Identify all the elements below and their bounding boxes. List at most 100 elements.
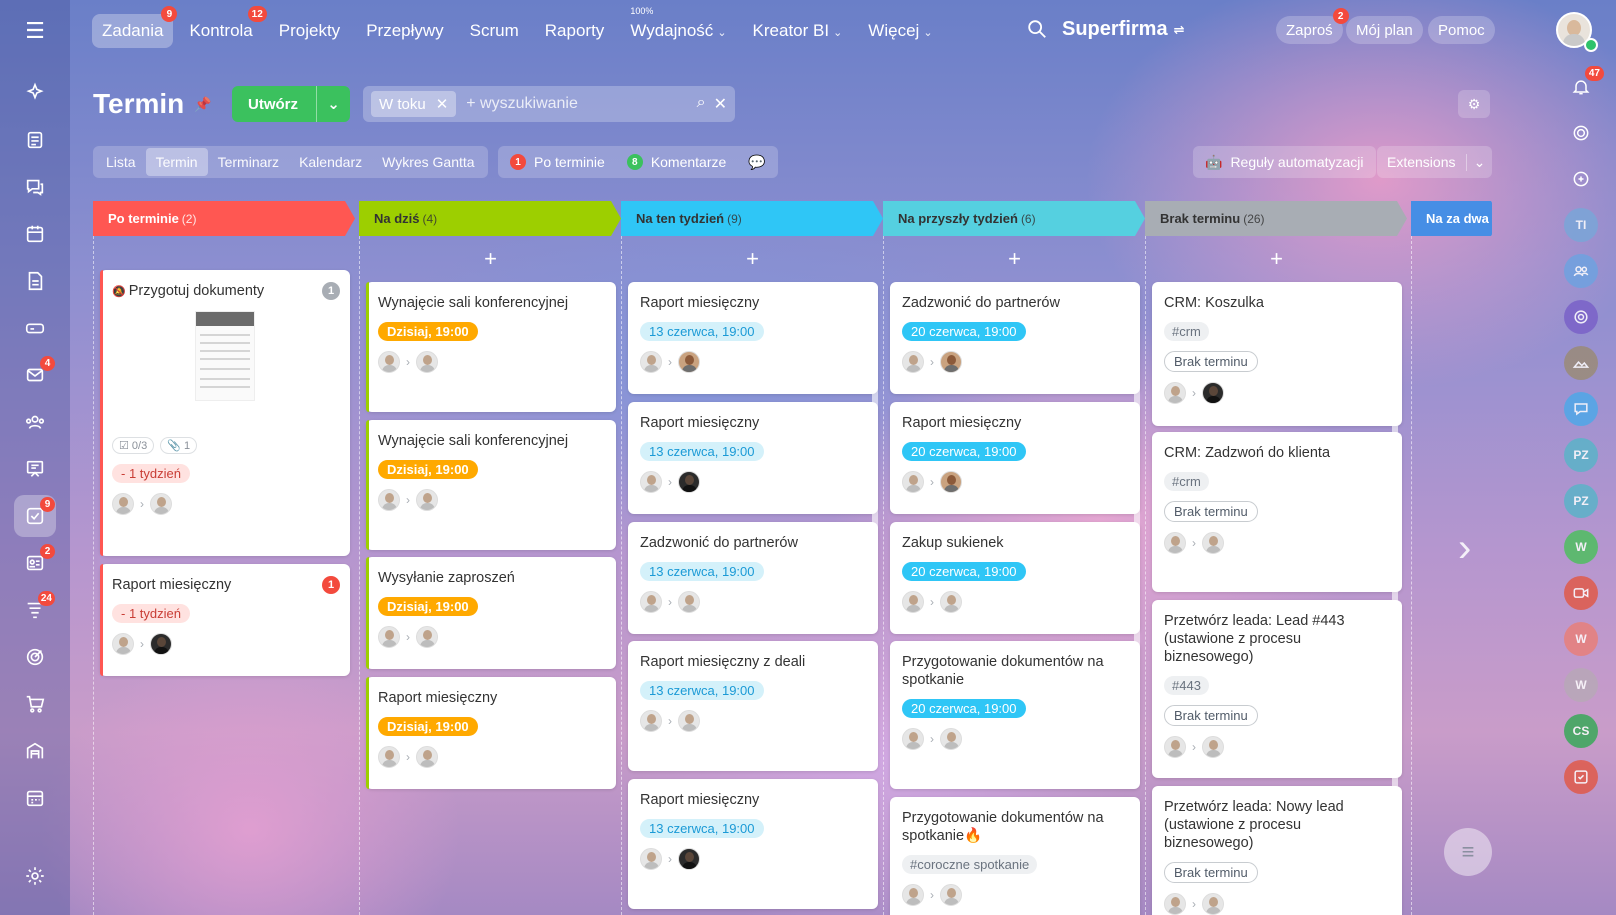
chat-avatar-w[interactable]: W <box>1564 668 1598 702</box>
nav-item-6[interactable]: Wydajność ⌄ 100% <box>620 6 736 48</box>
column-header[interactable]: Na ten tydzień (9) <box>621 201 883 236</box>
add-task-plus-icon[interactable]: + <box>360 236 621 282</box>
sparkle-icon[interactable] <box>14 72 56 114</box>
tasks-icon[interactable]: 9 <box>14 495 56 537</box>
deadline-pill[interactable]: Brak terminu <box>1164 351 1258 372</box>
deadline-pill[interactable]: Brak terminu <box>1164 501 1258 522</box>
task-card[interactable]: Raport miesięczny 1 - 1 tydzień › <box>100 564 350 676</box>
nav-item-8[interactable]: Więcej ⌄ <box>858 14 942 48</box>
creator-avatar[interactable] <box>902 591 924 613</box>
deadline-pill[interactable]: 20 czerwca, 19:00 <box>902 699 1026 718</box>
video-icon[interactable] <box>1564 576 1598 610</box>
column-header[interactable]: Na za dwa <box>1411 201 1492 236</box>
board-icon[interactable] <box>14 448 56 490</box>
column-header[interactable]: Na dziś (4) <box>359 201 621 236</box>
invite-button[interactable]: Zaproś 2 <box>1276 8 1349 44</box>
column-scrollbar[interactable] <box>1392 298 1398 878</box>
creator-avatar[interactable] <box>1164 893 1186 915</box>
view-settings-gear-icon[interactable]: ⚙ <box>1458 90 1490 118</box>
nav-item-2[interactable]: Projekty <box>269 14 350 48</box>
clear-search-icon[interactable]: ✕ <box>714 94 727 114</box>
crm-icon[interactable]: 2 <box>14 542 56 584</box>
overdue-counter[interactable]: 1 Po terminie <box>510 154 605 170</box>
responsible-avatar[interactable] <box>678 591 700 613</box>
task-card[interactable]: Przygotowanie dokumentów na spotkanie🔥 #c… <box>890 797 1140 915</box>
drive-icon[interactable] <box>14 307 56 349</box>
responsible-avatar[interactable] <box>416 626 438 648</box>
deadline-pill[interactable]: - 1 tydzień <box>112 604 190 623</box>
creator-avatar[interactable] <box>640 471 662 493</box>
chat-avatar-ti[interactable]: TI <box>1564 208 1598 242</box>
chat-avatar-pz[interactable]: PZ <box>1564 484 1598 518</box>
task-card[interactable]: Zadzwonić do partnerów 13 czerwca, 19:00 › <box>628 522 878 634</box>
creator-avatar[interactable] <box>1164 532 1186 554</box>
attachment-preview[interactable] <box>195 311 255 401</box>
task-card[interactable]: 🔕 Przygotuj dokumenty 1 ☑ 0/3 📎 1- 1 tydzie… <box>100 270 350 556</box>
deadline-pill[interactable]: Dzisiaj, 19:00 <box>378 597 478 616</box>
responsible-avatar[interactable] <box>416 351 438 373</box>
nav-item-3[interactable]: Przepływy <box>356 14 453 48</box>
search-input[interactable] <box>466 95 667 113</box>
view-tab-4[interactable]: Wykres Gantta <box>372 148 484 176</box>
creator-avatar[interactable] <box>112 493 134 515</box>
responsible-avatar[interactable] <box>1202 893 1224 915</box>
task-card[interactable]: Zadzwonić do partnerów 20 czerwca, 19:00 › <box>890 282 1140 394</box>
funnel-icon[interactable]: 24 <box>14 589 56 631</box>
creator-avatar[interactable] <box>378 626 400 648</box>
task-card[interactable]: Raport miesięczny Dzisiaj, 19:00 › <box>366 677 616 789</box>
deadline-pill[interactable]: 13 czerwca, 19:00 <box>640 562 764 581</box>
schedule-icon[interactable] <box>14 777 56 819</box>
responsible-avatar[interactable] <box>1202 736 1224 758</box>
nav-item-1[interactable]: Kontrola 12 <box>179 6 267 48</box>
responsible-avatar[interactable] <box>678 471 700 493</box>
responsible-avatar[interactable] <box>940 591 962 613</box>
chat-avatar-cs[interactable]: CS <box>1564 714 1598 748</box>
creator-avatar[interactable] <box>378 351 400 373</box>
chat-bubble-icon[interactable] <box>1564 392 1598 426</box>
add-task-plus-icon[interactable]: + <box>884 236 1145 282</box>
creator-avatar[interactable] <box>902 728 924 750</box>
deadline-pill[interactable]: Brak terminu <box>1164 705 1258 726</box>
task-tag[interactable]: #coroczne spotkanie <box>902 855 1038 874</box>
responsible-avatar[interactable] <box>940 728 962 750</box>
responsible-avatar[interactable] <box>416 746 438 768</box>
filter-chip-in-progress[interactable]: W toku ✕ <box>371 91 457 117</box>
extensions-button[interactable]: Extensions ⌄ <box>1377 146 1492 178</box>
column-scrollbar[interactable] <box>1134 284 1140 674</box>
creator-avatar[interactable] <box>640 591 662 613</box>
feed-icon[interactable] <box>14 119 56 161</box>
scroll-right-arrow-icon[interactable]: › <box>1458 526 1471 571</box>
nav-item-5[interactable]: Raporty <box>535 14 615 48</box>
remove-filter-icon[interactable]: ✕ <box>436 95 449 113</box>
responsible-avatar[interactable] <box>940 471 962 493</box>
document-icon[interactable] <box>14 260 56 302</box>
deadline-pill[interactable]: Dzisiaj, 19:00 <box>378 322 478 341</box>
responsible-avatar[interactable] <box>678 848 700 870</box>
creator-avatar[interactable] <box>1164 736 1186 758</box>
quick-menu-button[interactable]: ≡ <box>1444 828 1492 876</box>
task-card[interactable]: Zakup sukienek 20 czerwca, 19:00 › <box>890 522 1140 634</box>
nav-item-7[interactable]: Kreator BI ⌄ <box>743 14 853 48</box>
responsible-avatar[interactable] <box>1202 532 1224 554</box>
task-card[interactable]: Raport miesięczny 13 czerwca, 19:00 › <box>628 779 878 909</box>
creator-avatar[interactable] <box>112 633 134 655</box>
comments-counter[interactable]: 8 Komentarze <box>626 154 726 170</box>
task-card[interactable]: Raport miesięczny 13 czerwca, 19:00 › <box>628 282 878 394</box>
chat-avatar-pz[interactable]: PZ <box>1564 438 1598 472</box>
view-tab-1[interactable]: Termin <box>145 148 208 176</box>
deadline-pill[interactable]: Brak terminu <box>1164 862 1258 883</box>
view-tab-3[interactable]: Kalendarz <box>289 148 372 176</box>
chat-avatar-w[interactable]: W <box>1564 622 1598 656</box>
responsible-avatar[interactable] <box>678 351 700 373</box>
help-button[interactable]: Pomoc <box>1428 16 1495 44</box>
responsible-avatar[interactable] <box>150 633 172 655</box>
contacts-icon[interactable] <box>14 401 56 443</box>
responsible-avatar[interactable] <box>150 493 172 515</box>
company-name[interactable]: Superfirma ⇌ <box>1062 18 1185 41</box>
channel-icon[interactable] <box>1564 300 1598 334</box>
task-card[interactable]: Przygotowanie dokumentów na spotkanie 20 … <box>890 641 1140 789</box>
responsible-avatar[interactable] <box>678 710 700 732</box>
view-tab-0[interactable]: Lista <box>96 148 146 176</box>
target-icon[interactable] <box>14 636 56 678</box>
copilot-icon[interactable] <box>1564 116 1598 150</box>
